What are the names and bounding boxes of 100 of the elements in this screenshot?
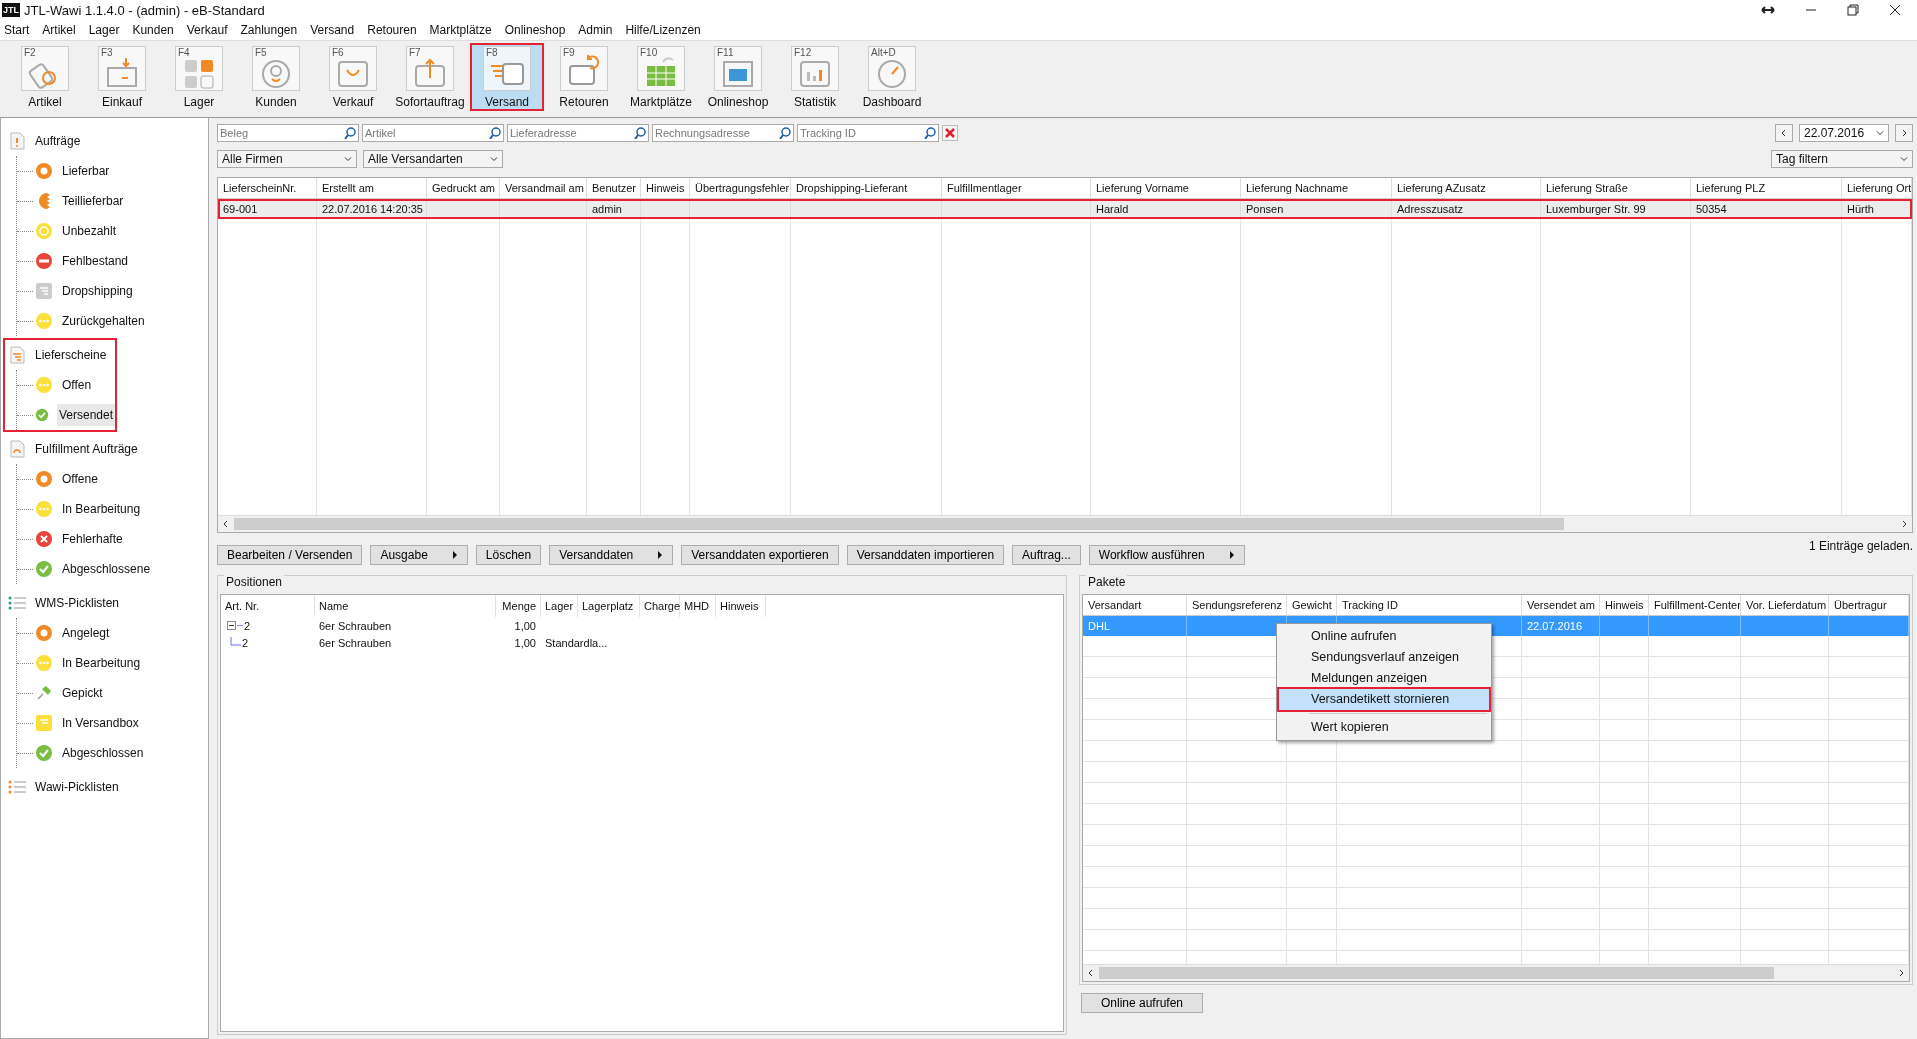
clear-filter-button[interactable] xyxy=(942,125,958,141)
tree-item[interactable]: Abgeschlossene xyxy=(61,560,152,578)
column-header[interactable]: Hinweis xyxy=(716,595,766,617)
tree-item[interactable]: Dropshipping xyxy=(61,282,134,300)
tree-item[interactable]: Offene xyxy=(61,470,99,488)
column-header[interactable]: MHD xyxy=(680,595,716,617)
column-header[interactable]: Fulfillmentlager xyxy=(942,178,1091,198)
tree-item[interactable]: Fulfillment Aufträge xyxy=(34,440,139,458)
online-button[interactable]: Online aufrufen xyxy=(1081,993,1203,1013)
toolbar-button[interactable]: F8 Versand xyxy=(470,43,544,111)
column-header[interactable]: Lager xyxy=(541,595,578,617)
toolbar-button[interactable]: F6 Verkauf xyxy=(316,43,390,111)
menu-item[interactable]: Start xyxy=(4,23,30,37)
menu-item[interactable]: Lager xyxy=(88,23,120,37)
menu-item[interactable]: Versandetikett stornieren xyxy=(1279,689,1489,710)
menu-item[interactable]: Hilfe/Lizenzen xyxy=(625,23,701,37)
column-header[interactable]: Übertragungsfehler xyxy=(690,178,791,198)
tree-item[interactable]: Angelegt xyxy=(61,624,111,642)
column-header[interactable]: Sendungsreferenz xyxy=(1187,595,1287,615)
column-header[interactable]: Versandmail am xyxy=(500,178,587,198)
toolbar-button[interactable]: F2 Artikel xyxy=(8,43,82,111)
previous-day-button[interactable] xyxy=(1775,124,1793,142)
tree-item[interactable]: In Versandbox xyxy=(61,714,140,732)
column-header[interactable]: Art. Nr. xyxy=(221,595,315,617)
action-button[interactable]: Löschen xyxy=(475,545,542,565)
search-field[interactable]: Beleg xyxy=(217,124,359,142)
tree-item[interactable]: WMS-Picklisten xyxy=(34,594,120,612)
column-header[interactable]: Vor. Lieferdatum xyxy=(1741,595,1829,615)
action-button[interactable]: Versanddaten xyxy=(549,545,674,565)
search-field[interactable]: Tracking ID xyxy=(797,124,939,142)
toolbar-button[interactable]: F10 Marktplätze xyxy=(624,43,698,111)
dropdown[interactable]: Alle Firmen xyxy=(217,150,357,168)
column-header[interactable]: Gewicht xyxy=(1287,595,1337,615)
column-header[interactable]: Gedruckt am xyxy=(427,178,500,198)
menu-item[interactable]: Artikel xyxy=(42,23,76,37)
action-button[interactable]: Workflow ausführen xyxy=(1088,545,1245,565)
search-field[interactable]: Lieferadresse xyxy=(507,124,649,142)
column-header[interactable]: Lieferung PLZ xyxy=(1691,178,1842,198)
tree-item[interactable]: In Bearbeitung xyxy=(61,500,142,518)
tree-item[interactable]: Zurückgehalten xyxy=(61,312,146,330)
tree-item[interactable]: Lieferscheine xyxy=(34,346,108,364)
date-picker[interactable]: 22.07.2016 xyxy=(1799,124,1889,142)
column-header[interactable]: Versendet am xyxy=(1522,595,1600,615)
column-header[interactable]: Dropshipping-Lieferant xyxy=(791,178,942,198)
column-header[interactable]: Name xyxy=(315,595,496,617)
toolbar-button[interactable]: F9 Retouren xyxy=(547,43,621,111)
search-field[interactable]: Artikel xyxy=(362,124,504,142)
menu-item[interactable]: Admin xyxy=(578,23,613,37)
toolbar-button[interactable]: F5 Kunden xyxy=(239,43,313,111)
tree-item[interactable]: Abgeschlossen xyxy=(61,744,145,762)
tree-item[interactable]: In Bearbeitung xyxy=(61,654,142,672)
action-button[interactable]: Versanddaten importieren xyxy=(846,545,1005,565)
action-button[interactable]: Auftrag... xyxy=(1012,545,1081,565)
next-day-button[interactable] xyxy=(1895,124,1913,142)
search-field[interactable]: Rechnungsadresse xyxy=(652,124,794,142)
toolbar-button[interactable]: Alt+D Dashboard xyxy=(855,43,929,111)
menu-item[interactable]: Marktplätze xyxy=(429,23,492,37)
toolbar-button[interactable]: F3 Einkauf xyxy=(85,43,159,111)
column-header[interactable]: Menge xyxy=(496,595,541,617)
menu-item[interactable]: Meldungen anzeigen xyxy=(1279,668,1489,689)
column-header[interactable]: Hinweis xyxy=(1600,595,1649,615)
column-header[interactable]: Lieferung Straße xyxy=(1541,178,1691,198)
menu-item[interactable]: Retouren xyxy=(367,23,417,37)
menu-item[interactable]: Verkauf xyxy=(186,23,228,37)
column-header[interactable]: LieferscheinNr. xyxy=(218,178,317,198)
menu-item[interactable]: Wert kopieren xyxy=(1279,717,1489,738)
menu-item[interactable]: Versand xyxy=(310,23,355,37)
toolbar-button[interactable]: F4 Lager xyxy=(162,43,236,111)
column-header[interactable]: Lieferung Ort xyxy=(1842,178,1912,198)
column-header[interactable]: Lieferung AZusatz xyxy=(1392,178,1541,198)
column-header[interactable]: Lieferung Vorname xyxy=(1091,178,1241,198)
action-button[interactable]: Versanddaten exportieren xyxy=(681,545,839,565)
menu-item[interactable]: Zahlungen xyxy=(240,23,298,37)
tree-item[interactable]: Aufträge xyxy=(34,132,82,150)
toolbar-button[interactable]: F7 Sofortauftrag xyxy=(393,43,467,111)
column-header[interactable]: Lieferung Nachname xyxy=(1241,178,1392,198)
tree-item[interactable]: Offen xyxy=(61,376,93,394)
action-button[interactable]: Ausgabe xyxy=(370,545,468,565)
tree-item[interactable]: Lieferbar xyxy=(61,162,111,180)
dropdown[interactable]: Alle Versandarten xyxy=(363,150,503,168)
menu-item[interactable]: Sendungsverlauf anzeigen xyxy=(1279,647,1489,668)
tree-item[interactable]: Teillieferbar xyxy=(61,192,125,210)
dropdown[interactable]: Tag filtern xyxy=(1771,150,1913,168)
column-header[interactable]: Versandart xyxy=(1083,595,1187,615)
menu-item[interactable]: Kunden xyxy=(132,23,174,37)
column-header[interactable]: Hinweis xyxy=(641,178,690,198)
column-header[interactable]: Charge xyxy=(640,595,680,617)
horizontal-scrollbar[interactable] xyxy=(218,515,1912,532)
tree-item[interactable]: Wawi-Picklisten xyxy=(34,778,120,796)
menu-item[interactable]: Onlineshop xyxy=(504,23,566,37)
table-row[interactable]: 69-001 22.07.2016 14:20:35 admin Harald Ponsen Adresszusatz Luxemburger Str. 99 50354 Hürth xyxy=(218,199,1912,219)
toolbar-button[interactable]: F11 Onlineshop xyxy=(701,43,775,111)
column-header[interactable]: Erstellt am xyxy=(317,178,427,198)
horizontal-scrollbar[interactable] xyxy=(1083,964,1909,981)
column-header[interactable]: Lagerplatz xyxy=(578,595,640,617)
toolbar-button[interactable]: F12 Statistik xyxy=(778,43,852,111)
tree-item[interactable]: Fehlbestand xyxy=(61,252,130,270)
tree-item[interactable]: Fehlerhafte xyxy=(61,530,124,548)
tree-item[interactable]: Unbezahlt xyxy=(61,222,118,240)
tree-item[interactable]: Versendet xyxy=(56,404,115,426)
